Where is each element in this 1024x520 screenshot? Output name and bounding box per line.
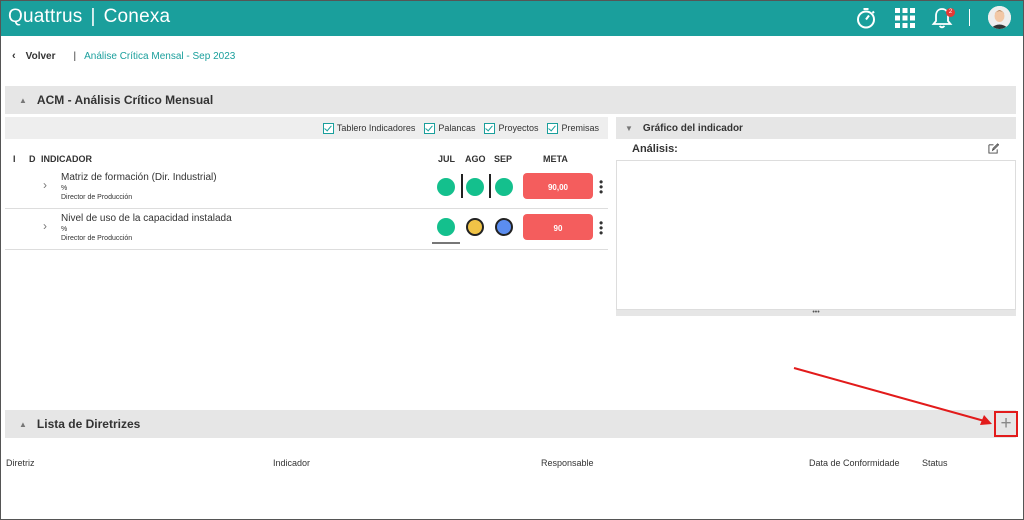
status-dot-sep[interactable]	[495, 178, 513, 196]
apps-grid-icon[interactable]	[893, 6, 917, 30]
col-responsable: Responsable	[541, 458, 594, 468]
chevron-right-icon[interactable]: ›	[43, 178, 47, 192]
collapse-caret-icon[interactable]: ▲	[19, 96, 27, 105]
brand-left: Quattrus	[8, 6, 83, 27]
filter-palancas[interactable]: Palancas	[424, 122, 476, 134]
analysis-textarea[interactable]	[616, 160, 1016, 310]
filter-label: Palancas	[438, 123, 476, 133]
edit-icon[interactable]	[988, 143, 999, 154]
indicator-unit: %	[61, 185, 68, 192]
more-vertical-icon[interactable]: • • •	[599, 217, 603, 239]
collapse-caret-icon[interactable]: ▲	[19, 420, 27, 429]
breadcrumb-current[interactable]: Análise Crítica Mensal - Sep 2023	[84, 51, 235, 62]
indicator-owner: Director de Producción	[61, 194, 133, 201]
grafico-panel-header[interactable]: ▼ Gráfico del indicador	[616, 117, 1016, 139]
indicator-owner: Director de Producción	[61, 235, 133, 242]
chevron-left-icon: ‹	[12, 50, 16, 62]
checkbox-icon	[424, 122, 436, 134]
col-indicador: INDICADOR	[41, 154, 92, 164]
status-dot-sep[interactable]	[495, 218, 513, 236]
meta-value: 90	[523, 214, 593, 240]
col-meta: META	[543, 154, 568, 164]
filter-premisas[interactable]: Premisas	[547, 122, 599, 134]
filter-label: Tablero Indicadores	[336, 123, 416, 133]
lista-title: Lista de Diretrizes	[36, 417, 141, 431]
user-avatar[interactable]	[988, 6, 1011, 29]
col-ago: AGO	[465, 154, 486, 164]
col-indicador: Indicador	[273, 458, 311, 468]
avatar-face-icon	[988, 6, 1011, 29]
notification-badge: 2	[946, 8, 955, 17]
back-button[interactable]: ‹ Volver	[12, 50, 56, 62]
status-dot-ago[interactable]	[466, 218, 484, 236]
topbar-divider	[969, 9, 970, 26]
breadcrumb-separator: |	[73, 50, 77, 62]
indicator-unit: %	[61, 226, 68, 233]
filter-label: Premisas	[561, 123, 599, 133]
stopwatch-icon[interactable]	[854, 6, 878, 30]
lista-section-header[interactable]: ▲ Lista de Diretrizes	[5, 410, 991, 438]
breadcrumb: ‹ Volver | Análise Crítica Mensal - Sep …	[12, 50, 235, 62]
col-status: Status	[922, 458, 948, 468]
top-bar: Quattrus | Conexa 2	[0, 0, 1024, 36]
filter-bar: Tablero Indicadores Palancas Proyectos P…	[5, 117, 608, 139]
brand-right: Conexa	[103, 6, 171, 27]
checkbox-icon	[484, 122, 496, 134]
divider-bar	[461, 174, 463, 198]
col-jul: JUL	[438, 154, 456, 164]
col-sep: SEP	[494, 154, 513, 164]
table-row[interactable]: › Nivel de uso de la capacidad instalada…	[5, 209, 608, 250]
divider-bar	[489, 174, 491, 198]
filter-label: Proyectos	[498, 123, 539, 133]
selected-underline	[432, 242, 460, 244]
brand-logo[interactable]: Quattrus | Conexa	[8, 6, 170, 28]
col-data-conformidade: Data de Conformidade	[809, 458, 900, 468]
more-vertical-icon[interactable]: • • •	[599, 176, 603, 198]
status-dot-ago[interactable]	[466, 178, 484, 196]
back-label: Volver	[25, 50, 56, 62]
indicator-name[interactable]: Matriz de formación (Dir. Industrial)	[61, 172, 217, 183]
checkbox-icon	[322, 122, 334, 134]
checkbox-icon	[547, 122, 559, 134]
meta-value: 90,00	[523, 173, 593, 199]
table-row[interactable]: › Matriz de formación (Dir. Industrial) …	[5, 168, 608, 209]
brand-separator: |	[90, 6, 96, 27]
grafico-title: Gráfico del indicador	[642, 122, 743, 134]
collapse-caret-icon[interactable]: ▼	[625, 124, 633, 133]
status-dot-jul[interactable]	[437, 218, 455, 236]
filter-proyectos[interactable]: Proyectos	[484, 122, 539, 134]
col-d: D	[29, 154, 36, 164]
resize-handle[interactable]: •••	[616, 309, 1016, 316]
filter-tablero[interactable]: Tablero Indicadores	[322, 122, 416, 134]
acm-title: ACM - Análisis Crítico Mensual	[36, 93, 214, 107]
add-button[interactable]: +	[994, 411, 1018, 437]
status-dot-jul[interactable]	[437, 178, 455, 196]
col-diretriz: Diretriz	[6, 458, 35, 468]
col-i: I	[13, 154, 16, 164]
analysis-label: Análisis:	[632, 143, 678, 155]
indicator-name[interactable]: Nivel de uso de la capacidad instalada	[61, 213, 232, 224]
acm-section-header[interactable]: ▲ ACM - Análisis Crítico Mensual	[5, 86, 1016, 114]
chevron-right-icon[interactable]: ›	[43, 219, 47, 233]
